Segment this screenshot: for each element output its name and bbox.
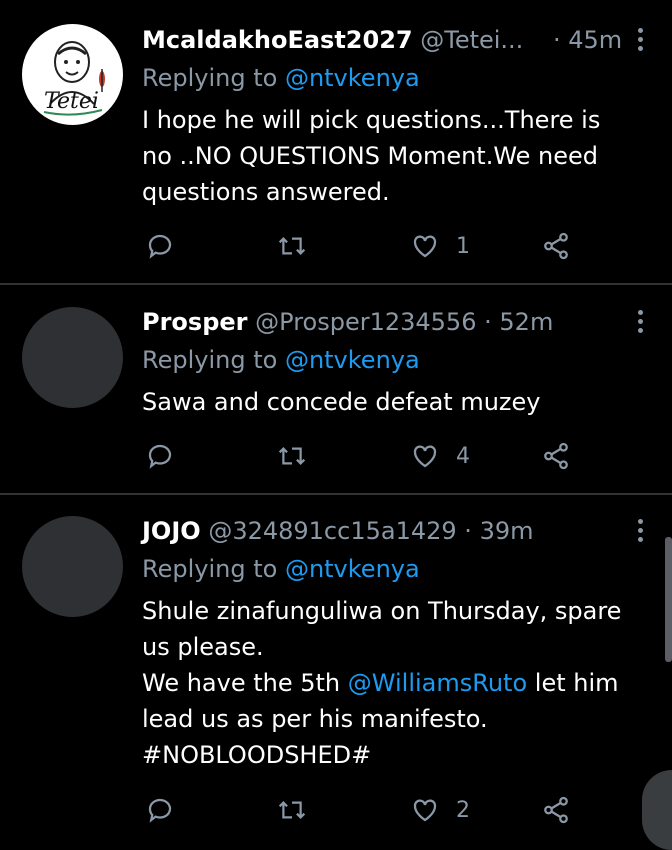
text-line: Shule zinafunguliwa on Thursday, spare — [142, 597, 622, 625]
avatar[interactable]: Tetei — [22, 24, 123, 125]
text-fragment: We have the 5th — [142, 669, 348, 697]
retweet-icon — [278, 447, 306, 465]
text-line: Sawa and concede defeat muzey — [142, 388, 541, 416]
text-line: We have the 5th @WilliamsRuto let him — [142, 665, 642, 701]
replying-prefix: Replying to — [142, 346, 285, 374]
like-icon — [413, 235, 437, 258]
timestamp[interactable]: 39m — [480, 517, 534, 545]
tweet-actions: 2 — [0, 792, 672, 828]
replying-to: Replying to @ntvkenya — [142, 62, 420, 94]
tweet-3[interactable]: JOJO @324891cc15a1429 · 39m Replying to … — [0, 495, 672, 847]
reply-button[interactable] — [145, 438, 175, 474]
like-button[interactable]: 2 — [410, 792, 470, 828]
tweet-header: Prosper @Prosper1234556 · 52m — [142, 306, 553, 338]
share-button[interactable] — [541, 792, 571, 828]
reply-button[interactable] — [145, 228, 175, 264]
like-icon — [413, 799, 437, 822]
avatar[interactable] — [22, 307, 123, 408]
replying-to: Replying to @ntvkenya — [142, 344, 420, 376]
separator-dot: · — [484, 308, 492, 336]
display-name[interactable]: McaldakhoEast2027 — [142, 26, 413, 54]
tweet-header: McaldakhoEast2027 @Tetei... · 45m — [142, 24, 622, 56]
replying-prefix: Replying to — [142, 555, 285, 583]
mention-link[interactable]: @WilliamsRuto — [348, 669, 527, 697]
tweet-text: Shule zinafunguliwa on Thursday, spare u… — [142, 593, 642, 773]
retweet-icon — [278, 237, 306, 255]
retweet-button[interactable] — [276, 228, 308, 264]
share-icon — [544, 442, 568, 470]
retweet-icon — [278, 801, 306, 819]
reply-button[interactable] — [145, 792, 175, 828]
separator-dot: · — [552, 26, 561, 54]
replying-to: Replying to @ntvkenya — [142, 553, 420, 585]
logo-text: Tetei — [44, 89, 99, 114]
like-button[interactable]: 4 — [410, 438, 470, 474]
share-button[interactable] — [541, 438, 571, 474]
tweet-text: Sawa and concede defeat muzey — [142, 384, 642, 420]
display-name[interactable]: Prosper — [142, 308, 248, 336]
like-count: 4 — [456, 443, 470, 469]
share-icon — [544, 232, 568, 260]
tweet-header: JOJO @324891cc15a1429 · 39m — [142, 515, 534, 547]
tweet-1[interactable]: Tetei McaldakhoEast2027 @Tetei... · 45m … — [0, 0, 672, 283]
tweet-text: I hope he will pick questions...There is… — [142, 102, 642, 210]
timestamp[interactable]: 45m — [568, 26, 622, 54]
tweet-2[interactable]: Prosper @Prosper1234556 · 52m Replying t… — [0, 285, 672, 493]
user-handle[interactable]: @324891cc15a1429 — [208, 517, 456, 545]
like-icon — [413, 445, 437, 468]
avatar[interactable] — [22, 516, 123, 617]
user-handle[interactable]: @Prosper1234556 — [255, 308, 476, 336]
replying-prefix: Replying to — [142, 64, 285, 92]
tweet-actions: 1 — [0, 228, 672, 264]
tweet-actions: 4 — [0, 438, 672, 474]
more-icon[interactable] — [630, 26, 650, 54]
like-button[interactable]: 1 — [410, 228, 470, 264]
replying-handle-link[interactable]: @ntvkenya — [285, 64, 420, 92]
hashtag[interactable]: #NOBLOODSHED# — [142, 737, 642, 773]
more-icon[interactable] — [630, 308, 650, 336]
text-line: lead us as per his manifesto. — [142, 705, 488, 733]
separator-dot: · — [464, 517, 472, 545]
timestamp[interactable]: 52m — [499, 308, 553, 336]
scrollbar[interactable] — [665, 537, 672, 662]
text-line: us please. — [142, 633, 264, 661]
reply-icon — [148, 234, 172, 259]
text-line: questions answered. — [142, 178, 390, 206]
reply-icon — [148, 444, 172, 469]
text-line: I hope he will pick questions...There is — [142, 106, 601, 134]
like-count: 2 — [456, 797, 470, 823]
like-count: 1 — [456, 233, 470, 259]
retweet-button[interactable] — [276, 438, 308, 474]
more-icon[interactable] — [630, 517, 650, 545]
reply-icon — [148, 798, 172, 823]
text-fragment: let him — [527, 669, 619, 697]
share-icon — [544, 796, 568, 824]
text-line: no ..NO QUESTIONS Moment.We need — [142, 142, 599, 170]
user-handle[interactable]: @Tetei... — [420, 26, 523, 54]
share-button[interactable] — [541, 228, 571, 264]
retweet-button[interactable] — [276, 792, 308, 828]
replying-handle-link[interactable]: @ntvkenya — [285, 555, 420, 583]
replying-handle-link[interactable]: @ntvkenya — [285, 346, 420, 374]
display-name[interactable]: JOJO — [142, 517, 201, 545]
